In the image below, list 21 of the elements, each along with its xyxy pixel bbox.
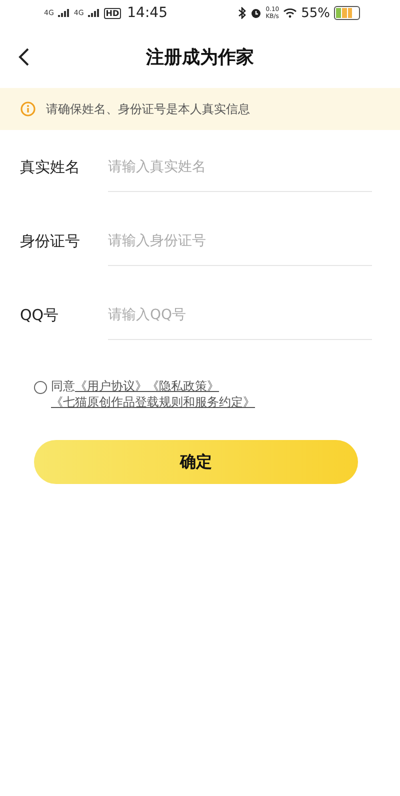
- signal-icon: [88, 9, 100, 17]
- field-label: QQ号: [20, 306, 60, 324]
- signal-icon: [58, 9, 70, 17]
- info-icon: [20, 101, 36, 117]
- alarm-icon: [250, 7, 262, 19]
- battery-percent: 55%: [301, 6, 330, 20]
- confirm-button[interactable]: 确定: [34, 440, 358, 484]
- field-label: 真实姓名: [20, 158, 81, 176]
- field-label: 身份证号: [20, 232, 81, 250]
- hd-label: HD: [104, 8, 122, 18]
- notice-text: 请确保姓名、身份证号是本人真实信息: [46, 100, 250, 118]
- bluetooth-icon: [238, 7, 246, 19]
- wifi-icon: [283, 8, 298, 18]
- status-time: 14:45: [127, 5, 168, 21]
- battery-icon: [334, 6, 360, 20]
- agreement-link[interactable]: 《七猫原创作品登载规则和服务约定》: [51, 394, 255, 410]
- agreement-link[interactable]: 《用户协议》: [75, 378, 147, 394]
- page-title: 注册成为作家: [146, 46, 254, 69]
- agree-radio[interactable]: [34, 381, 47, 394]
- agreement-link[interactable]: 《隐私政策》: [147, 378, 219, 394]
- agreement-text: 同意《用户协议》《隐私政策》 《七猫原创作品登载规则和服务约定》: [51, 378, 256, 410]
